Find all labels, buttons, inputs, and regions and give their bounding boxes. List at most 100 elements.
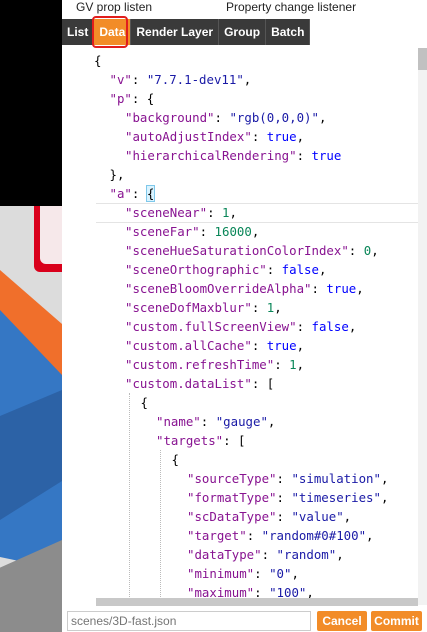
json-token: {: [140, 395, 148, 410]
json-token: false: [281, 262, 319, 277]
json-token: :: [246, 528, 262, 543]
scene-red-object-inner: [40, 206, 62, 264]
code-line: "p": {: [110, 89, 155, 108]
json-token: :: [261, 547, 277, 562]
json-token: 16000: [214, 224, 252, 239]
json-token: : {: [131, 91, 155, 106]
code-line: "dataType": "random",: [187, 545, 344, 564]
json-token: },: [109, 167, 125, 182]
matched-bracket: {: [145, 185, 156, 202]
json-token: :: [251, 338, 267, 353]
json-token: "0": [269, 566, 292, 581]
json-key: "hierarchicalRendering": [125, 148, 297, 163]
json-token: ,: [366, 528, 374, 543]
tab-list[interactable]: List: [62, 19, 95, 45]
json-token: ,: [267, 414, 276, 429]
json-key: "custom.dataList": [125, 376, 252, 391]
json-token: ,: [343, 509, 352, 524]
scene-black-region: [0, 0, 62, 206]
json-token: true: [311, 148, 342, 163]
json-token: :: [296, 319, 312, 334]
json-editor[interactable]: {"v": "7.7.1-dev11", "p": {"background": …: [62, 48, 418, 605]
json-token: ,: [336, 547, 344, 562]
code-line: "custom.dataList": [: [125, 374, 274, 393]
json-token: :: [311, 281, 327, 296]
json-token: "simulation": [291, 471, 381, 486]
tab-group[interactable]: Group: [219, 19, 267, 45]
json-token: :: [296, 148, 312, 163]
json-key: "background": [125, 110, 215, 125]
json-key: "minimum": [187, 566, 255, 581]
json-token: ,: [371, 243, 379, 258]
json-token: "value": [291, 509, 344, 524]
editor-horizontal-scrollbar[interactable]: [96, 598, 418, 606]
json-token: : [: [251, 376, 275, 391]
json-token: "random#0#100": [261, 528, 367, 543]
json-token: :: [276, 471, 292, 486]
json-token: :: [251, 129, 267, 144]
code-line: "name": "gauge",: [156, 412, 275, 431]
json-key: "sceneHueSaturationColorIndex": [125, 243, 349, 258]
code-line: "formatType": "timeseries",: [187, 488, 388, 507]
footer-bar: Cancel Commit: [62, 609, 427, 632]
gv-prop-listen-label: GV prop listen: [76, 0, 153, 14]
json-token: "timeseries": [291, 490, 381, 505]
json-token: true: [326, 281, 357, 296]
json-key: "sourceType": [187, 471, 277, 486]
json-token: {: [171, 452, 179, 467]
json-token: "7.7.1-dev11": [146, 72, 244, 87]
code-line: {: [172, 450, 179, 469]
json-token: {: [94, 53, 102, 68]
code-line: "custom.fullScreenView": false,: [125, 317, 356, 336]
json-token: :: [131, 186, 147, 201]
code-line: "sourceType": "simulation",: [187, 469, 388, 488]
properties-panel: GV prop listen Property change listener …: [62, 0, 427, 632]
json-token: :: [199, 224, 215, 239]
json-token: :: [274, 357, 290, 372]
code-line: "hierarchicalRendering": true: [125, 146, 341, 165]
json-token: :: [254, 566, 270, 581]
code-line: },: [110, 165, 125, 184]
property-change-listener-label: Property change listener: [226, 0, 357, 14]
indent-guide: [129, 393, 130, 605]
json-token: true: [266, 129, 297, 144]
json-token: ,: [296, 129, 305, 144]
json-token: ,: [356, 281, 364, 296]
json-token: ,: [296, 357, 305, 372]
code-line: "background": "rgb(0,0,0)",: [125, 108, 326, 127]
indent-guide: [160, 450, 161, 605]
tab-batch[interactable]: Batch: [266, 19, 311, 45]
cancel-button[interactable]: Cancel: [317, 611, 367, 631]
json-token: "gauge": [215, 414, 268, 429]
json-key: "sceneFar": [125, 224, 200, 239]
json-key: "targets": [156, 433, 224, 448]
code-line: "sceneOrthographic": false,: [125, 260, 326, 279]
json-token: "rgb(0,0,0)": [229, 110, 319, 125]
json-key: "a": [109, 186, 132, 201]
json-token: ,: [296, 338, 305, 353]
json-key: "custom.allCache": [125, 338, 252, 353]
json-key: "name": [156, 414, 201, 429]
scene-path-input[interactable]: [67, 611, 311, 631]
code-line: "sceneBloomOverrideAlpha": true,: [125, 279, 364, 298]
json-token: 1: [289, 357, 297, 372]
json-token: ,: [243, 72, 252, 87]
code-line: "scDataType": "value",: [187, 507, 351, 526]
json-token: ,: [274, 300, 282, 315]
json-token: :: [207, 205, 222, 220]
json-key: "formatType": [187, 490, 277, 505]
code-line: "sceneDofMaxblur": 1,: [125, 298, 282, 317]
code-line: {: [141, 393, 148, 412]
tab-render-layer[interactable]: Render Layer: [131, 19, 220, 45]
json-token: ,: [318, 262, 327, 277]
json-key: "sceneDofMaxblur": [125, 300, 252, 315]
code-line: "custom.refreshTime": 1,: [125, 355, 304, 374]
code-line: "minimum": "0",: [187, 564, 299, 583]
active-tab-highlight: [92, 16, 128, 48]
json-token: false: [311, 319, 349, 334]
json-token: :: [348, 243, 364, 258]
json-key: "p": [109, 91, 132, 106]
editor-vertical-scrollbar[interactable]: [418, 48, 427, 605]
scrollbar-thumb[interactable]: [418, 48, 427, 70]
commit-button[interactable]: Commit: [371, 611, 422, 631]
